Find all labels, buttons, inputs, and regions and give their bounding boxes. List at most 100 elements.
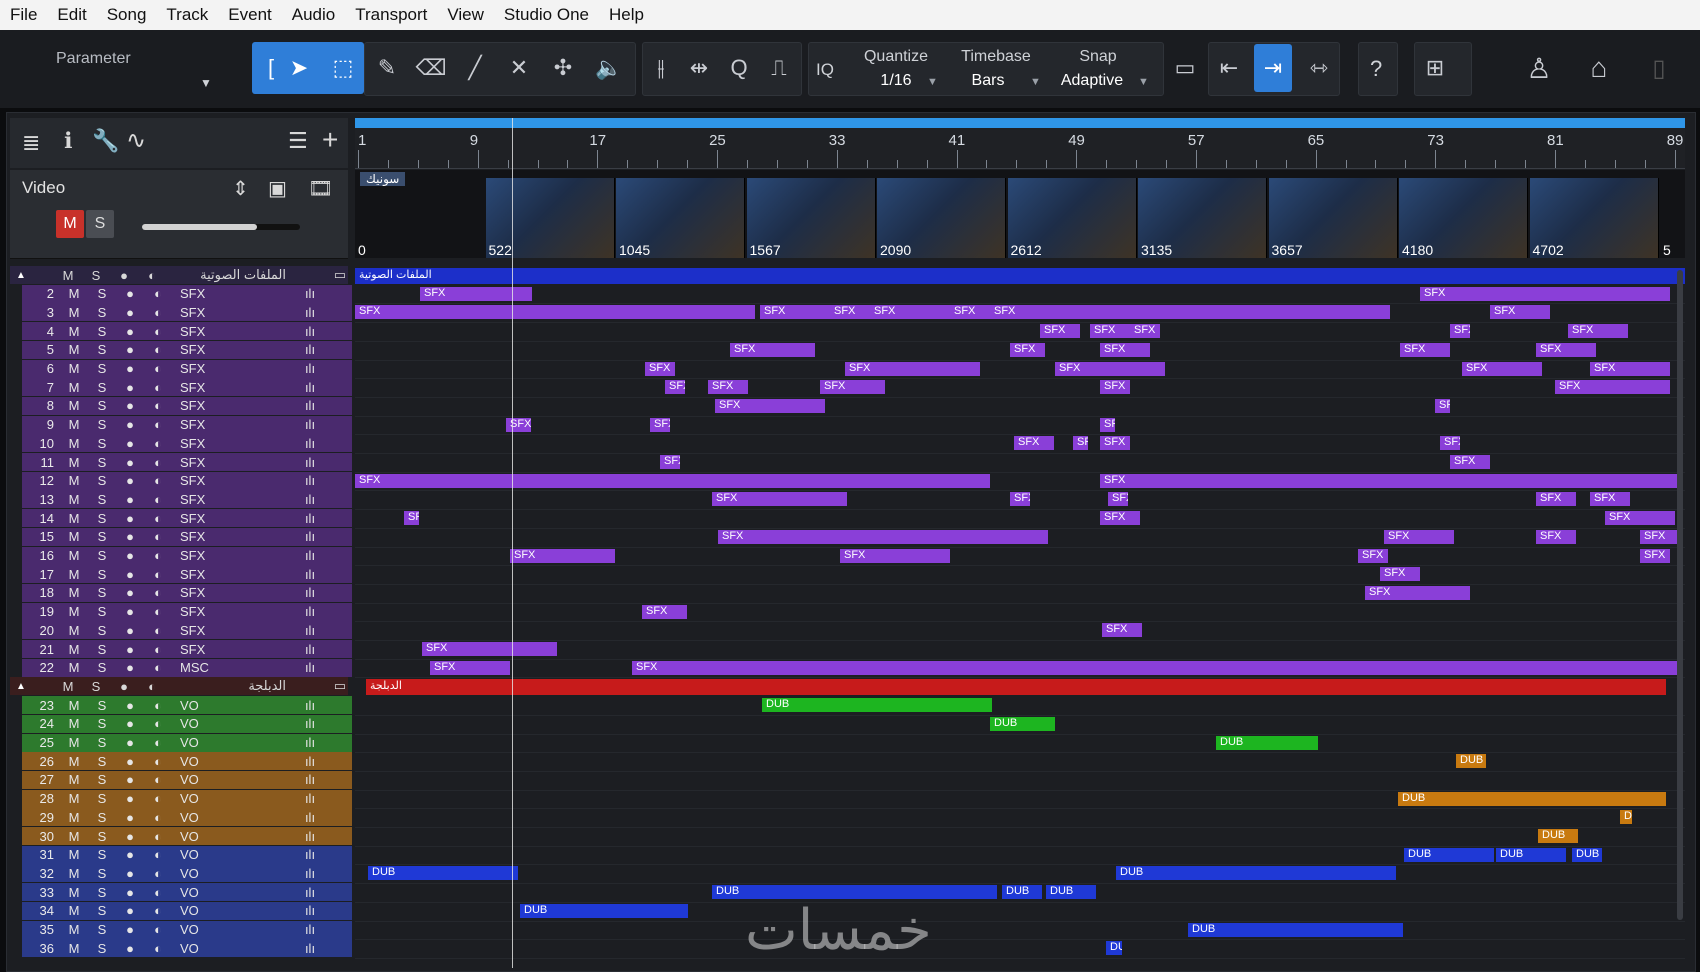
listen-tool-icon[interactable]: 🔈 — [590, 44, 628, 92]
range-tool-icon[interactable]: ⬚ — [324, 44, 362, 92]
waveform-icon[interactable]: ılı — [290, 698, 330, 713]
track-monitor-icon[interactable]: ◐ — [144, 660, 172, 675]
sfx-clip[interactable]: SFX — [1100, 473, 1680, 488]
dub-clip[interactable]: DUB — [990, 716, 1055, 731]
track-monitor-icon[interactable]: ◐ — [144, 698, 172, 713]
track-monitor-icon[interactable]: ◐ — [144, 324, 172, 339]
track-mute-button[interactable]: M — [60, 772, 88, 787]
track-mute-button[interactable]: M — [60, 455, 88, 470]
track-mute-button[interactable]: M — [60, 529, 88, 544]
sfx-clip[interactable]: SFX — [355, 473, 990, 488]
sfx-clip[interactable]: SFX — [760, 305, 830, 320]
track-mute-button[interactable]: M — [60, 305, 88, 320]
track-row[interactable]: 19 M S ● ◐ SFX ılı — [22, 602, 352, 621]
grid-options-icon[interactable]: ⊞ — [1416, 44, 1454, 92]
dub-clip[interactable]: DUB — [712, 885, 997, 900]
sfx-clip[interactable]: SFX — [1462, 361, 1542, 376]
waveform-icon[interactable]: ılı — [290, 380, 330, 395]
track-row[interactable]: 24 M S ● ◐ VO ılı — [22, 714, 352, 733]
track-solo-button[interactable]: S — [88, 548, 116, 563]
sfx-clip[interactable]: SFX — [1640, 529, 1680, 544]
snap-value[interactable]: Adaptive — [1042, 72, 1142, 90]
sfx-clip[interactable]: SFX — [1605, 511, 1675, 526]
film-icon[interactable]: 🎞 — [308, 176, 333, 201]
track-record-icon[interactable]: ● — [116, 567, 144, 582]
track-row[interactable]: 22 M S ● ◐ MSC ılı — [22, 658, 352, 677]
stretch-icon[interactable]: ⇹ — [680, 44, 718, 92]
waveform-icon[interactable]: ılı — [290, 829, 330, 844]
folder-track-sfx[interactable]: ▲ M S ● ◐ الملفات الصوتية ▭ — [10, 266, 348, 284]
waveform-icon[interactable]: ılı — [290, 511, 330, 526]
track-record-icon[interactable]: ● — [116, 660, 144, 675]
track-record-icon[interactable]: ● — [116, 548, 144, 563]
sfx-clip[interactable]: SFX — [1380, 567, 1420, 582]
track-row[interactable]: 20 M S ● ◐ SFX ılı — [22, 621, 352, 640]
wrench-icon[interactable]: 🔧 — [92, 128, 119, 154]
track-row[interactable]: 5 M S ● ◐ SFX ılı — [22, 340, 352, 359]
chevron-down-icon[interactable]: ▼ — [927, 76, 938, 88]
track-record-icon[interactable]: ● — [116, 324, 144, 339]
dub-clip[interactable]: DUB — [1456, 754, 1486, 769]
track-monitor-icon[interactable]: ◐ — [144, 529, 172, 544]
track-monitor-icon[interactable]: ◐ — [144, 548, 172, 563]
snap-toggle-icon[interactable]: ▭ — [1166, 44, 1204, 92]
track-solo-button[interactable]: S — [88, 847, 116, 862]
waveform-icon[interactable]: ılı — [290, 941, 330, 956]
track-row[interactable]: 17 M S ● ◐ SFX ılı — [22, 565, 352, 584]
sfx-clip[interactable]: SFX — [506, 417, 531, 432]
track-record-icon[interactable]: ● — [116, 885, 144, 900]
menu-song[interactable]: Song — [97, 0, 157, 30]
track-monitor-icon[interactable]: ◐ — [144, 436, 172, 451]
track-monitor-icon[interactable]: ◐ — [144, 847, 172, 862]
track-solo-button[interactable]: S — [88, 698, 116, 713]
waveform-icon[interactable]: ılı — [290, 810, 330, 825]
sfx-clip[interactable]: SFX — [1640, 548, 1670, 563]
track-solo-button[interactable]: S — [88, 342, 116, 357]
track-row[interactable]: 8 M S ● ◐ SFX ılı — [22, 396, 352, 415]
playhead[interactable] — [512, 118, 513, 968]
menu-view[interactable]: View — [437, 0, 494, 30]
sfx-clip[interactable]: SFX — [1420, 286, 1670, 301]
dub-clip[interactable]: DUB — [1106, 941, 1122, 956]
track-monitor-icon[interactable]: ◐ — [144, 492, 172, 507]
track-mute-button[interactable]: M — [60, 903, 88, 918]
menu-studio-one[interactable]: Studio One — [494, 0, 599, 30]
track-monitor-icon[interactable]: ◐ — [144, 885, 172, 900]
track-solo-button[interactable]: S — [88, 866, 116, 881]
waveform-icon[interactable]: ılı — [290, 604, 330, 619]
sfx-clip[interactable]: SFX — [1536, 492, 1576, 507]
track-solo-button[interactable]: S — [88, 511, 116, 526]
folder-monitor-icon[interactable]: ◐ — [138, 268, 166, 283]
menu-file[interactable]: File — [0, 0, 47, 30]
track-monitor-icon[interactable]: ◐ — [144, 866, 172, 881]
dub-clip[interactable]: DUB — [1216, 735, 1318, 750]
folder-track-dub[interactable]: ▲ M S ● ◐ الدبلجة ▭ — [10, 677, 348, 696]
folder-record-icon[interactable]: ● — [110, 268, 138, 283]
track-solo-button[interactable]: S — [88, 642, 116, 657]
track-monitor-icon[interactable]: ◐ — [144, 305, 172, 320]
sfx-clip[interactable]: SFX — [1100, 436, 1130, 451]
track-solo-button[interactable]: S — [88, 772, 116, 787]
track-row[interactable]: 6 M S ● ◐ SFX ılı — [22, 359, 352, 378]
dub-clip[interactable]: DUB — [368, 866, 518, 881]
folder-monitor-icon[interactable]: ◐ — [138, 679, 166, 694]
menu-track[interactable]: Track — [156, 0, 218, 30]
track-row[interactable]: 7 M S ● ◐ SFX ılı — [22, 378, 352, 397]
track-monitor-icon[interactable]: ◐ — [144, 810, 172, 825]
autoscroll-icon[interactable]: ⎍ — [760, 44, 798, 92]
sfx-clip[interactable]: SFX — [1536, 342, 1596, 357]
sfx-clip[interactable]: SFX — [1040, 324, 1080, 339]
dub-clip[interactable]: DUB — [1404, 847, 1494, 862]
track-record-icon[interactable]: ● — [116, 866, 144, 881]
track-row[interactable]: 28 M S ● ◐ VO ılı — [22, 789, 352, 808]
track-mute-button[interactable]: M — [60, 829, 88, 844]
menu-event[interactable]: Event — [218, 0, 281, 30]
track-row[interactable]: 21 M S ● ◐ SFX ılı — [22, 640, 352, 658]
track-row[interactable]: 31 M S ● ◐ VO ılı — [22, 845, 352, 864]
track-mute-button[interactable]: M — [60, 511, 88, 526]
sfx-clip[interactable]: SFX — [1555, 380, 1670, 395]
waveform-icon[interactable]: ılı — [290, 286, 330, 301]
track-solo-button[interactable]: S — [88, 436, 116, 451]
add-track-icon[interactable]: + — [322, 124, 338, 156]
waveform-icon[interactable]: ılı — [290, 361, 330, 376]
